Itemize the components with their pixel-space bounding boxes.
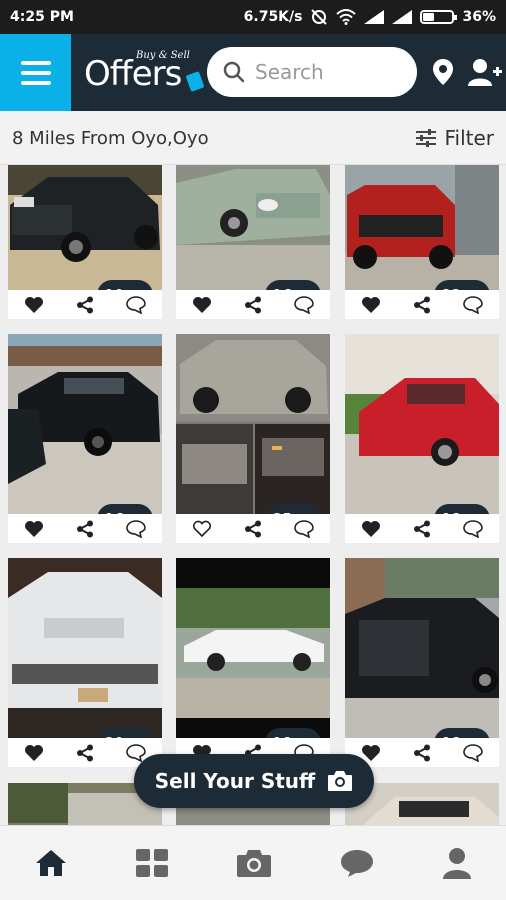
location-pin-icon[interactable] [432, 58, 454, 86]
location-radius-text: 8 Miles From Oyo,Oyo [12, 128, 209, 149]
card-actions [345, 514, 499, 543]
hamburger-icon-line [20, 70, 51, 75]
search-input[interactable] [255, 60, 405, 84]
heart-icon[interactable] [361, 520, 381, 538]
listing-grid: 19 16 [0, 165, 506, 825]
comment-icon[interactable] [126, 295, 146, 314]
card-actions [8, 514, 162, 543]
menu-button[interactable] [0, 34, 71, 111]
profile-icon[interactable] [442, 847, 472, 879]
heart-icon[interactable] [24, 296, 44, 314]
filter-label: Filter [444, 126, 494, 150]
comment-icon[interactable] [294, 519, 314, 538]
add-user-icon[interactable] [468, 58, 502, 86]
car-photo [176, 334, 330, 514]
share-icon[interactable] [76, 744, 94, 762]
car-photo [345, 334, 499, 514]
app-logo: Buy & Sell Offers [84, 46, 205, 100]
share-icon[interactable] [413, 744, 431, 762]
share-icon[interactable] [76, 296, 94, 314]
chat-icon[interactable] [339, 848, 375, 878]
app-header: Buy & Sell Offers [0, 34, 506, 111]
comment-icon[interactable] [463, 743, 483, 762]
status-bar: 4:25 PM 6.75K/s 36% [0, 0, 506, 34]
grid-icon[interactable] [135, 848, 169, 878]
sell-button-label: Sell Your Stuff [154, 769, 316, 793]
battery-level: 36% [462, 9, 496, 25]
share-icon[interactable] [413, 296, 431, 314]
listing-card[interactable]: 25 [176, 334, 330, 543]
comment-icon[interactable] [463, 519, 483, 538]
bottom-navigation [0, 825, 506, 900]
listing-card[interactable]: 18 [345, 334, 499, 543]
card-actions [345, 290, 499, 319]
status-time: 4:25 PM [10, 9, 74, 25]
heart-outline-icon[interactable] [192, 520, 212, 538]
listing-card[interactable]: 22 [345, 165, 499, 319]
car-photo [345, 558, 499, 738]
comment-icon[interactable] [294, 295, 314, 314]
heart-icon[interactable] [361, 744, 381, 762]
share-icon[interactable] [244, 296, 262, 314]
car-photo [176, 558, 330, 738]
network-speed: 6.75K/s [243, 9, 303, 25]
status-right: 6.75K/s 36% [244, 9, 496, 25]
card-actions [8, 738, 162, 767]
hamburger-icon-line [20, 80, 51, 85]
card-actions [176, 514, 330, 543]
share-icon[interactable] [76, 520, 94, 538]
listing-card[interactable]: 18 [176, 558, 330, 767]
home-icon[interactable] [34, 848, 68, 878]
car-photo [176, 165, 330, 290]
heart-icon[interactable] [361, 296, 381, 314]
camera-nav-icon[interactable] [236, 848, 272, 878]
filter-button[interactable]: Filter [416, 126, 494, 150]
battery-icon [420, 10, 458, 24]
heart-icon[interactable] [24, 744, 44, 762]
hamburger-icon-line [20, 60, 51, 65]
search-icon [223, 61, 245, 83]
search-box[interactable] [207, 47, 417, 97]
listing-card[interactable]: 18 [345, 558, 499, 767]
signal-icon [364, 10, 385, 24]
logo-wordmark: Offers [84, 54, 182, 94]
filter-sliders-icon [416, 129, 437, 147]
card-actions [176, 290, 330, 319]
listing-card[interactable]: 19 [8, 165, 162, 319]
location-bar: 8 Miles From Oyo,Oyo Filter [0, 111, 506, 165]
card-actions [345, 738, 499, 767]
car-photo [8, 165, 162, 290]
wifi-icon [336, 9, 357, 25]
listing-card[interactable]: 29 [8, 558, 162, 767]
comment-icon[interactable] [126, 519, 146, 538]
listing-card[interactable]: 16 [8, 334, 162, 543]
price-tag-icon [185, 71, 205, 92]
signal-icon-2 [392, 10, 413, 24]
sync-off-icon [311, 9, 328, 25]
camera-icon [328, 771, 353, 791]
share-icon[interactable] [413, 520, 431, 538]
comment-icon[interactable] [126, 743, 146, 762]
listing-card[interactable]: 16 [176, 165, 330, 319]
heart-icon[interactable] [192, 296, 212, 314]
heart-icon[interactable] [24, 520, 44, 538]
comment-icon[interactable] [463, 295, 483, 314]
share-icon[interactable] [244, 520, 262, 538]
car-photo [8, 558, 162, 738]
car-photo [8, 334, 162, 514]
car-photo [345, 165, 499, 290]
card-actions [8, 290, 162, 319]
sell-your-stuff-button[interactable]: Sell Your Stuff [134, 754, 374, 808]
